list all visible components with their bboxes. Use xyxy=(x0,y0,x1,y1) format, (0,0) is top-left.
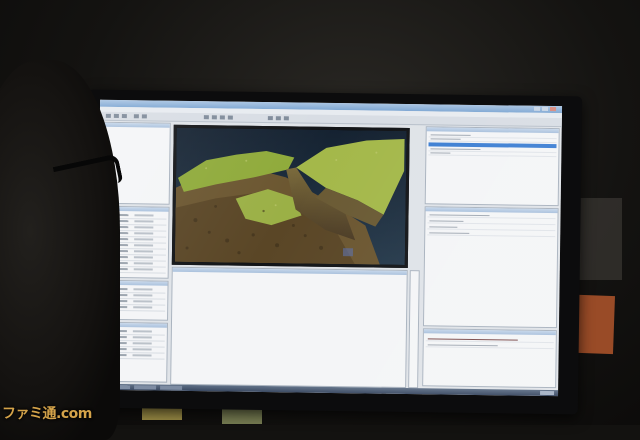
panel-header xyxy=(101,122,170,128)
window-close-icon[interactable] xyxy=(549,107,557,112)
window-maximize-icon[interactable] xyxy=(541,106,549,111)
panel-header xyxy=(423,329,556,336)
toolbar-icon[interactable] xyxy=(203,115,209,120)
list-item[interactable] xyxy=(427,219,556,226)
toolbar-icon[interactable] xyxy=(133,114,139,119)
side-strip-panel[interactable] xyxy=(408,270,420,389)
terrain-render xyxy=(174,127,407,266)
system-clock xyxy=(540,390,555,396)
famitsu-logo-watermark: ファミ通.com xyxy=(2,406,92,422)
details-panel[interactable] xyxy=(422,206,559,329)
list-item[interactable] xyxy=(427,225,556,232)
panel-header xyxy=(425,207,558,214)
taskbar-item[interactable] xyxy=(134,385,157,390)
window-minimize-icon[interactable] xyxy=(533,106,541,111)
toolbar-icon[interactable] xyxy=(113,113,119,118)
toolbar-icon[interactable] xyxy=(121,114,127,119)
list-item[interactable] xyxy=(428,151,557,158)
screen xyxy=(96,99,563,397)
selection-marker xyxy=(342,248,354,257)
toolbar-icon[interactable] xyxy=(227,115,233,120)
output-panel[interactable] xyxy=(170,266,408,389)
toolbar-icon[interactable] xyxy=(275,116,281,121)
panel-header xyxy=(426,127,559,134)
taskbar-item[interactable] xyxy=(160,385,183,390)
layer-list-panel[interactable] xyxy=(424,126,560,207)
list-item[interactable] xyxy=(425,337,554,344)
toolbar-icon[interactable] xyxy=(219,115,225,120)
toolbar-icon[interactable] xyxy=(211,115,217,120)
toolbar-icon[interactable] xyxy=(267,116,273,121)
panel-header xyxy=(172,267,407,276)
toolbar-icon[interactable] xyxy=(283,116,289,121)
list-item[interactable] xyxy=(427,231,556,238)
list-item[interactable] xyxy=(427,213,556,220)
terrain-viewport[interactable] xyxy=(171,124,410,269)
person-silhouette xyxy=(0,60,120,440)
list-item[interactable] xyxy=(425,343,554,350)
monitor xyxy=(83,89,583,415)
toolbar-icon[interactable] xyxy=(141,114,147,119)
toolbar-icon[interactable] xyxy=(105,113,111,118)
log-panel[interactable] xyxy=(422,328,557,389)
